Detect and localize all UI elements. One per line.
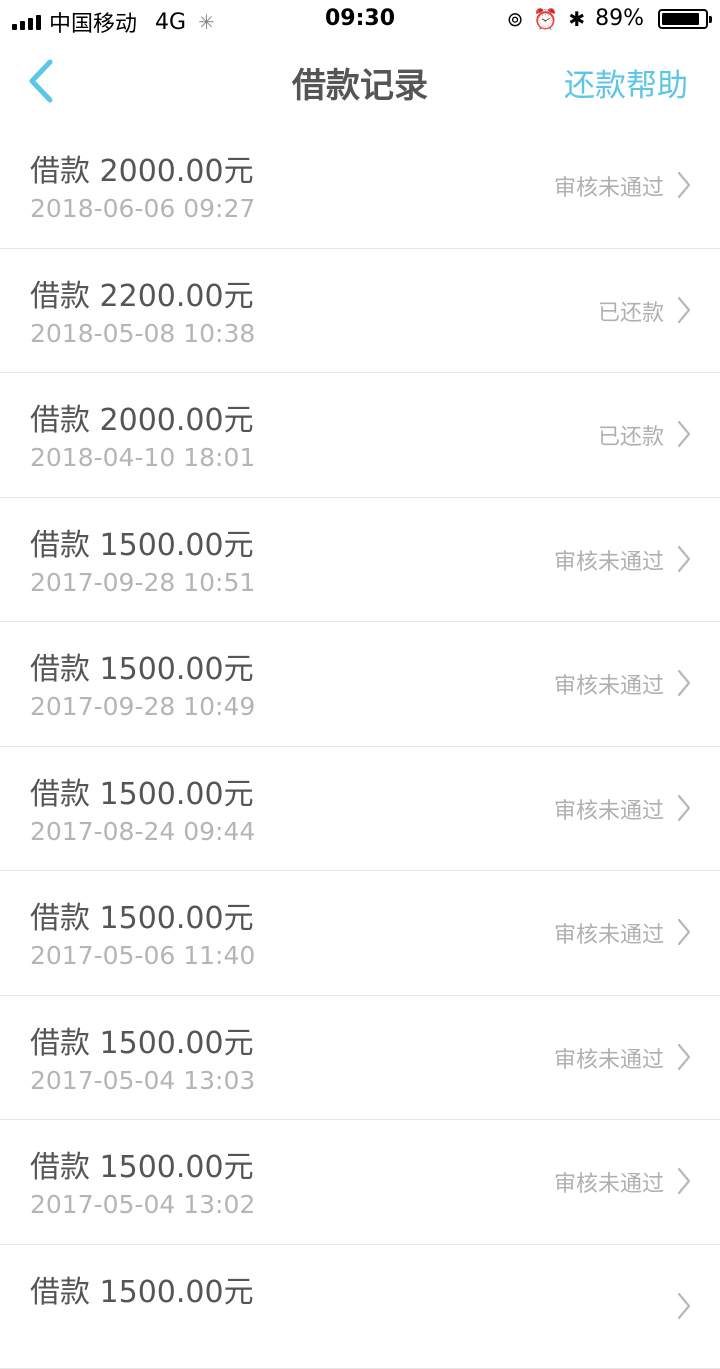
loan-status: 已还款	[598, 419, 664, 451]
loan-record-row[interactable]: 借款 1500.00元 2017-08-24 09:44 审核未通过	[0, 747, 720, 872]
loan-date: 2017-08-24 09:44	[30, 817, 255, 846]
repayment-help-link[interactable]: 还款帮助	[564, 60, 688, 105]
loan-date: 2017-09-28 10:51	[30, 568, 255, 597]
loan-record-row[interactable]: 借款 2000.00元 2018-06-06 09:27 审核未通过	[0, 124, 720, 249]
navigation-bar: 借款记录 还款帮助	[0, 40, 720, 124]
loan-status: 审核未通过	[554, 1166, 664, 1198]
loan-amount: 借款 1500.00元	[30, 520, 254, 564]
alarm-icon: ⏰	[533, 7, 558, 31]
chevron-right-icon	[676, 170, 692, 200]
chevron-right-icon	[676, 668, 692, 698]
loan-date: 2018-04-10 18:01	[30, 443, 255, 472]
loan-date: 2017-05-04 13:02	[30, 1190, 255, 1219]
loan-status: 审核未通过	[554, 917, 664, 949]
chevron-right-icon	[676, 295, 692, 325]
loan-amount: 借款 2200.00元	[30, 271, 254, 315]
loan-amount: 借款 1500.00元	[30, 769, 254, 813]
loan-status: 已还款	[598, 295, 664, 327]
loan-date: 2018-05-08 10:38	[30, 319, 255, 348]
loan-record-row[interactable]: 借款 1500.00元 2017-05-04 13:02 审核未通过	[0, 1120, 720, 1245]
chevron-right-icon	[676, 419, 692, 449]
loan-record-row[interactable]: 借款 1500.00元 2017-09-28 10:49 审核未通过	[0, 622, 720, 747]
battery-icon	[658, 9, 708, 29]
loan-amount: 借款 1500.00元	[30, 1018, 254, 1062]
chevron-right-icon	[676, 793, 692, 823]
loan-record-list: 借款 2000.00元2018-06-06 09:27审核未通过借款 2200.…	[0, 124, 720, 1369]
loan-amount: 借款 1500.00元	[30, 1142, 254, 1186]
loan-status: 审核未通过	[554, 668, 664, 700]
loan-amount: 借款 1500.00元	[30, 1267, 254, 1311]
loan-record-row[interactable]: 借款 1500.00元 2017-05-06 11:40 审核未通过	[0, 871, 720, 996]
loan-date: 2017-05-06 11:40	[30, 941, 255, 970]
chevron-right-icon	[676, 544, 692, 574]
chevron-right-icon	[676, 1042, 692, 1072]
status-bar: 中国移动 4G ✳ 09:30 ⊚ ⏰ ✱ 89%	[0, 0, 720, 40]
battery-percent: 89%	[595, 6, 644, 31]
loan-amount: 借款 1500.00元	[30, 644, 254, 688]
loan-status: 审核未通过	[554, 170, 664, 202]
chevron-right-icon	[676, 917, 692, 947]
loan-record-row[interactable]: 借款 2000.00元 2018-04-10 18:01 已还款	[0, 373, 720, 498]
loan-date: 2018-06-06 09:27	[30, 194, 255, 223]
loan-date: 2017-09-28 10:49	[30, 692, 255, 721]
loan-amount: 借款 2000.00元	[30, 395, 254, 439]
loan-amount: 借款 1500.00元	[30, 893, 254, 937]
loan-record-row[interactable]: 借款 1500.00元 2017-05-04 13:03 审核未通过	[0, 996, 720, 1121]
loan-status: 审核未通过	[554, 1042, 664, 1074]
loan-record-row[interactable]: 借款 1500.00元	[0, 1245, 720, 1369]
loan-status: 审核未通过	[554, 793, 664, 825]
loan-status: 审核未通过	[554, 544, 664, 576]
chevron-right-icon	[676, 1166, 692, 1196]
bluetooth-icon: ✱	[568, 7, 585, 31]
orientation-lock-icon: ⊚	[507, 7, 524, 31]
chevron-right-icon	[676, 1291, 692, 1321]
loan-record-row[interactable]: 借款 2200.00元 2018-05-08 10:38 已还款	[0, 249, 720, 374]
loan-record-row[interactable]: 借款 1500.00元 2017-09-28 10:51 审核未通过	[0, 498, 720, 623]
loan-amount: 借款 2000.00元	[30, 146, 254, 190]
loan-date: 2017-05-04 13:03	[30, 1066, 255, 1095]
